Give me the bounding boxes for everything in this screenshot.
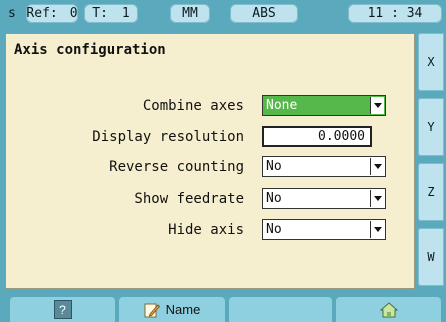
display-resolution-value: 0.0000 bbox=[318, 129, 365, 144]
page-title: Axis configuration bbox=[14, 42, 166, 58]
help-softkey[interactable]: ? bbox=[10, 297, 115, 322]
combine-axes-label: Combine axes bbox=[142, 98, 244, 114]
combine-axes-dropdown[interactable]: None bbox=[262, 95, 386, 116]
ref-label: Ref: bbox=[26, 6, 58, 21]
tab-axis-x[interactable]: X bbox=[418, 33, 444, 91]
show-feedrate-row: Show feedrate No bbox=[6, 188, 414, 212]
hide-axis-value: No bbox=[266, 222, 282, 237]
home-icon bbox=[379, 301, 398, 318]
help-icon: ? bbox=[53, 300, 72, 319]
hide-axis-label: Hide axis bbox=[168, 222, 244, 238]
home-softkey[interactable] bbox=[336, 297, 441, 322]
chevron-down-icon[interactable] bbox=[370, 190, 384, 207]
show-feedrate-value: No bbox=[266, 191, 282, 206]
combine-axes-value: None bbox=[266, 98, 298, 113]
name-softkey-label: Name bbox=[165, 302, 201, 317]
combine-axes-row: Combine axes None bbox=[6, 95, 414, 119]
units-indicator: MM bbox=[170, 4, 210, 23]
chevron-down-icon[interactable] bbox=[370, 158, 384, 175]
show-feedrate-label: Show feedrate bbox=[134, 191, 244, 207]
mode-indicator: s bbox=[8, 6, 16, 21]
position-mode-indicator: ABS bbox=[230, 4, 298, 23]
chevron-down-icon[interactable] bbox=[370, 221, 384, 238]
reverse-counting-dropdown[interactable]: No bbox=[262, 156, 386, 177]
axis-tabs: X Y Z W bbox=[418, 33, 446, 289]
name-softkey[interactable]: Name bbox=[119, 297, 225, 322]
hide-axis-row: Hide axis No bbox=[6, 219, 414, 243]
softkey-bar: ? Name bbox=[0, 293, 446, 322]
help-label: ? bbox=[59, 302, 66, 317]
show-feedrate-dropdown[interactable]: No bbox=[262, 188, 386, 209]
ref-indicator: Ref: 0 bbox=[26, 4, 78, 23]
display-resolution-label: Display resolution bbox=[92, 129, 244, 145]
tool-value: 1 bbox=[121, 6, 130, 21]
status-bar: s Ref: 0 T: 1 MM ABS 11 : 34 bbox=[0, 0, 446, 27]
chevron-down-icon[interactable] bbox=[370, 97, 384, 114]
tool-label: T: bbox=[92, 6, 108, 21]
edit-icon bbox=[144, 302, 160, 318]
axis-configuration-panel: Axis configuration Combine axes None Dis… bbox=[5, 33, 415, 289]
display-resolution-row: Display resolution 0.0000 bbox=[6, 126, 414, 150]
tab-axis-z[interactable]: Z bbox=[418, 163, 444, 221]
tab-axis-y[interactable]: Y bbox=[418, 98, 444, 156]
display-resolution-field[interactable]: 0.0000 bbox=[262, 126, 372, 147]
reverse-counting-value: No bbox=[266, 159, 282, 174]
empty-softkey[interactable] bbox=[229, 297, 332, 322]
ref-value: 0 bbox=[69, 6, 78, 21]
reverse-counting-label: Reverse counting bbox=[109, 159, 244, 175]
tab-axis-w[interactable]: W bbox=[418, 228, 444, 286]
tool-indicator: T: 1 bbox=[84, 4, 138, 23]
clock: 11 : 34 bbox=[348, 4, 442, 23]
reverse-counting-row: Reverse counting No bbox=[6, 156, 414, 180]
hide-axis-dropdown[interactable]: No bbox=[262, 219, 386, 240]
